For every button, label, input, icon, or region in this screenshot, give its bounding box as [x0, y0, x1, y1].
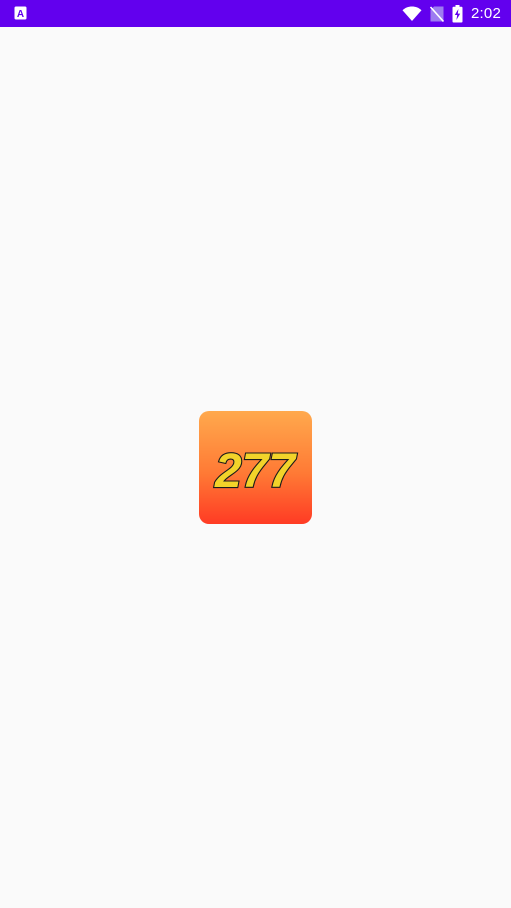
wifi-icon	[402, 6, 422, 21]
no-sim-icon	[430, 5, 444, 22]
app-logo-icon: 277	[199, 411, 312, 524]
svg-text:A: A	[17, 9, 24, 20]
battery-charging-icon	[452, 4, 463, 22]
status-icons: 2:02	[402, 0, 501, 27]
status-bar: A 2:02	[0, 0, 511, 27]
keyboard-a-icon: A	[14, 6, 27, 20]
logo-text: 277	[214, 445, 297, 498]
status-time: 2:02	[471, 5, 501, 22]
